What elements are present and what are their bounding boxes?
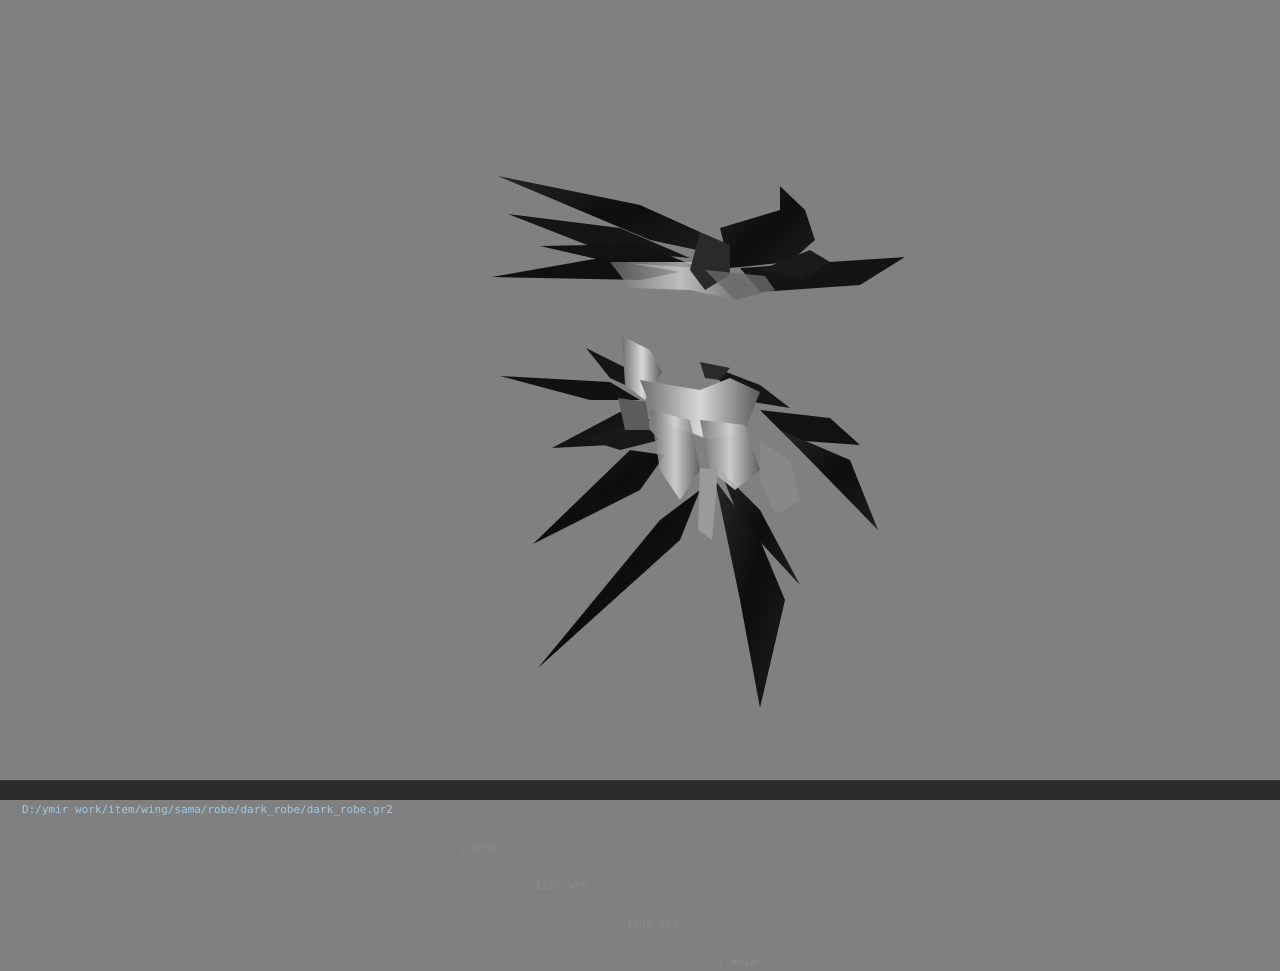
- vertex-count: 1186 vtx: [535, 879, 588, 892]
- anim-count: 1 anim: [717, 955, 757, 968]
- triangle-count: 1596 tri: [626, 917, 679, 930]
- mesh-count: 1 mesh: [458, 841, 498, 854]
- wing-model-render: [492, 176, 905, 708]
- wing-mesh-top-view: [492, 176, 905, 300]
- status-separator: |: [606, 898, 613, 911]
- status-separator: |: [514, 860, 521, 873]
- wing-mesh-front-view: [500, 336, 878, 708]
- status-separator: |: [697, 936, 704, 949]
- status-separator: |: [437, 822, 444, 835]
- 3d-viewport[interactable]: [0, 0, 1280, 780]
- status-bar: D:/ymir work/item/wing/sama/robe/dark_ro…: [0, 780, 1280, 968]
- model-file-path: D:/ymir work/item/wing/sama/robe/dark_ro…: [22, 803, 393, 816]
